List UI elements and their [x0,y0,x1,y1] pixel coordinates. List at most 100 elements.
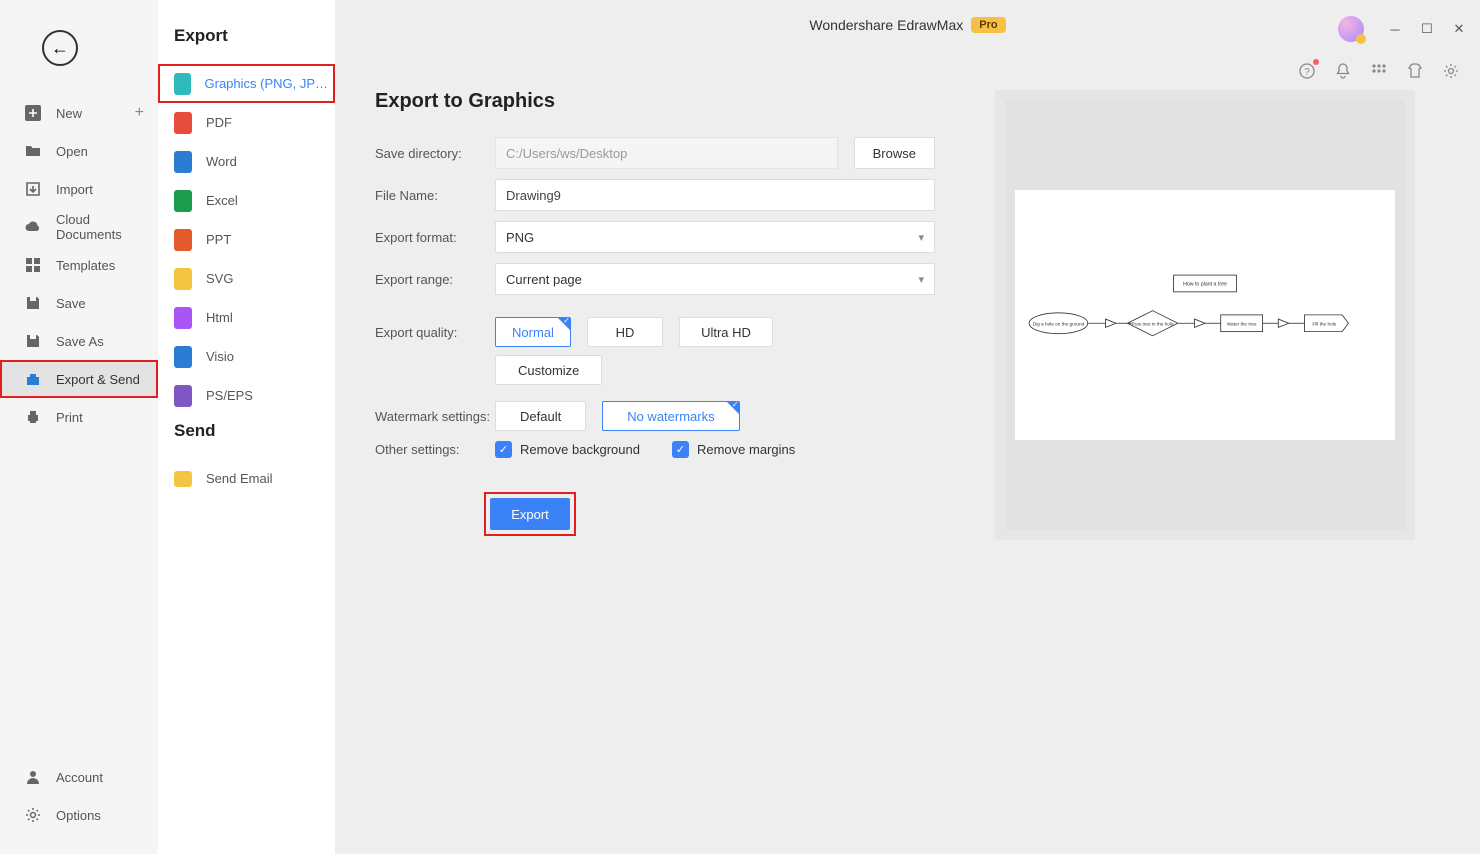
top-toolbar: ? [1296,60,1462,82]
quality-hd-button[interactable]: HD [587,317,663,347]
remove-background-checkbox[interactable]: ✓ Remove background [495,441,640,458]
nav-label: Import [56,182,93,197]
export-label: Html [206,310,233,325]
export-type-graphics[interactable]: Graphics (PNG, JPG e... [158,64,335,103]
quality-customize-button[interactable]: Customize [495,355,602,385]
visio-file-icon [174,346,192,368]
range-label: Export range: [375,272,495,287]
preview-panel: How to plant a tree Dig a hole on the gr… [995,90,1415,540]
nav-export-send[interactable]: Export & Send [0,360,158,398]
plus-square-icon [24,104,42,122]
printer-icon [24,408,42,426]
export-type-html[interactable]: Html [158,298,335,337]
gear-icon [24,806,42,824]
nav-options[interactable]: Options [0,796,158,834]
remove-margins-checkbox[interactable]: ✓ Remove margins [672,441,795,458]
image-file-icon [174,73,191,95]
format-select[interactable]: PNG [495,221,935,253]
send-heading: Send [158,415,335,459]
export-type-pdf[interactable]: PDF [158,103,335,142]
plus-icon[interactable]: + [135,104,144,122]
primary-sidebar: ← New + Open Import Cloud Documen [0,0,158,854]
format-value: PNG [506,230,534,245]
export-type-pseps[interactable]: PS/EPS [158,376,335,415]
svg-text:Water the tree: Water the tree [1227,321,1257,326]
nav-label: Cloud Documents [56,212,158,242]
nav-print[interactable]: Print [0,398,158,436]
svg-text:Dig a hole on the ground: Dig a hole on the ground [1033,321,1085,326]
app-window: ← New + Open Import Cloud Documen [0,0,1480,854]
nav-cloud[interactable]: Cloud Documents [0,208,158,246]
export-type-excel[interactable]: Excel [158,181,335,220]
export-button[interactable]: Export [490,498,570,530]
nav-templates[interactable]: Templates [0,246,158,284]
export-form: Export to Graphics Save directory: Brows… [375,90,935,540]
checkbox-checked-icon: ✓ [672,441,689,458]
svg-text:How to plant a tree: How to plant a tree [1183,282,1227,288]
nav-label: Open [56,144,88,159]
html-file-icon [174,307,192,329]
close-button[interactable]: ✕ [1448,18,1470,40]
watermark-none-button[interactable]: No watermarks [602,401,739,431]
back-button[interactable]: ← [42,30,78,66]
export-label: Word [206,154,237,169]
export-label: PDF [206,115,232,130]
export-type-svg[interactable]: SVG [158,259,335,298]
help-icon[interactable]: ? [1296,60,1318,82]
export-type-word[interactable]: Word [158,142,335,181]
save-icon [24,294,42,312]
quality-ultrahd-button[interactable]: Ultra HD [679,317,773,347]
grid-icon [24,256,42,274]
user-avatar-icon[interactable] [1338,16,1364,42]
nav-label: Save [56,296,86,311]
nav-save[interactable]: Save [0,284,158,322]
send-email[interactable]: Send Email [158,459,335,498]
maximize-button[interactable]: ☐ [1416,18,1438,40]
folder-icon [24,142,42,160]
nav-open[interactable]: Open [0,132,158,170]
export-type-ppt[interactable]: PPT [158,220,335,259]
checkbox-checked-icon: ✓ [495,441,512,458]
watermark-label: Watermark settings: [375,409,495,424]
save-dir-input[interactable] [495,137,838,169]
nav-save-as[interactable]: Save As [0,322,158,360]
filename-input[interactable] [495,179,935,211]
bell-icon[interactable] [1332,60,1354,82]
page-heading: Export to Graphics [375,90,935,113]
apps-grid-icon[interactable] [1368,60,1390,82]
nav-label: Export & Send [56,372,140,387]
nav-new[interactable]: New + [0,94,158,132]
flowchart-preview-icon: How to plant a tree Dig a hole on the gr… [1027,273,1383,357]
export-label: Excel [206,193,238,208]
save-dir-label: Save directory: [375,146,495,161]
main-content: Wondershare EdrawMax Pro ─ ☐ ✕ ? [335,0,1480,854]
import-icon [24,180,42,198]
export-icon [24,370,42,388]
format-label: Export format: [375,230,495,245]
nav-label: Options [56,808,101,823]
word-file-icon [174,151,192,173]
svg-text:?: ? [1304,67,1310,78]
save-as-icon [24,332,42,350]
nav-account[interactable]: Account [0,758,158,796]
other-label: Other settings: [375,442,495,457]
shirt-icon[interactable] [1404,60,1426,82]
nav-label: Templates [56,258,115,273]
quality-label: Export quality: [375,325,495,340]
nav-label: New [56,106,82,121]
export-label: PS/EPS [206,388,253,403]
settings-gear-icon[interactable] [1440,60,1462,82]
export-label: Graphics (PNG, JPG e... [205,76,336,91]
svg-text:Puts tree in the hole: Puts tree in the hole [1132,321,1174,326]
range-select[interactable]: Current page [495,263,935,295]
export-heading: Export [158,20,335,64]
quality-normal-button[interactable]: Normal [495,317,571,347]
browse-button[interactable]: Browse [854,137,935,169]
filename-label: File Name: [375,188,495,203]
export-label: PPT [206,232,231,247]
watermark-default-button[interactable]: Default [495,401,586,431]
export-type-visio[interactable]: Visio [158,337,335,376]
svg-text:Fill the hole: Fill the hole [1312,321,1336,326]
nav-import[interactable]: Import [0,170,158,208]
minimize-button[interactable]: ─ [1384,18,1406,40]
